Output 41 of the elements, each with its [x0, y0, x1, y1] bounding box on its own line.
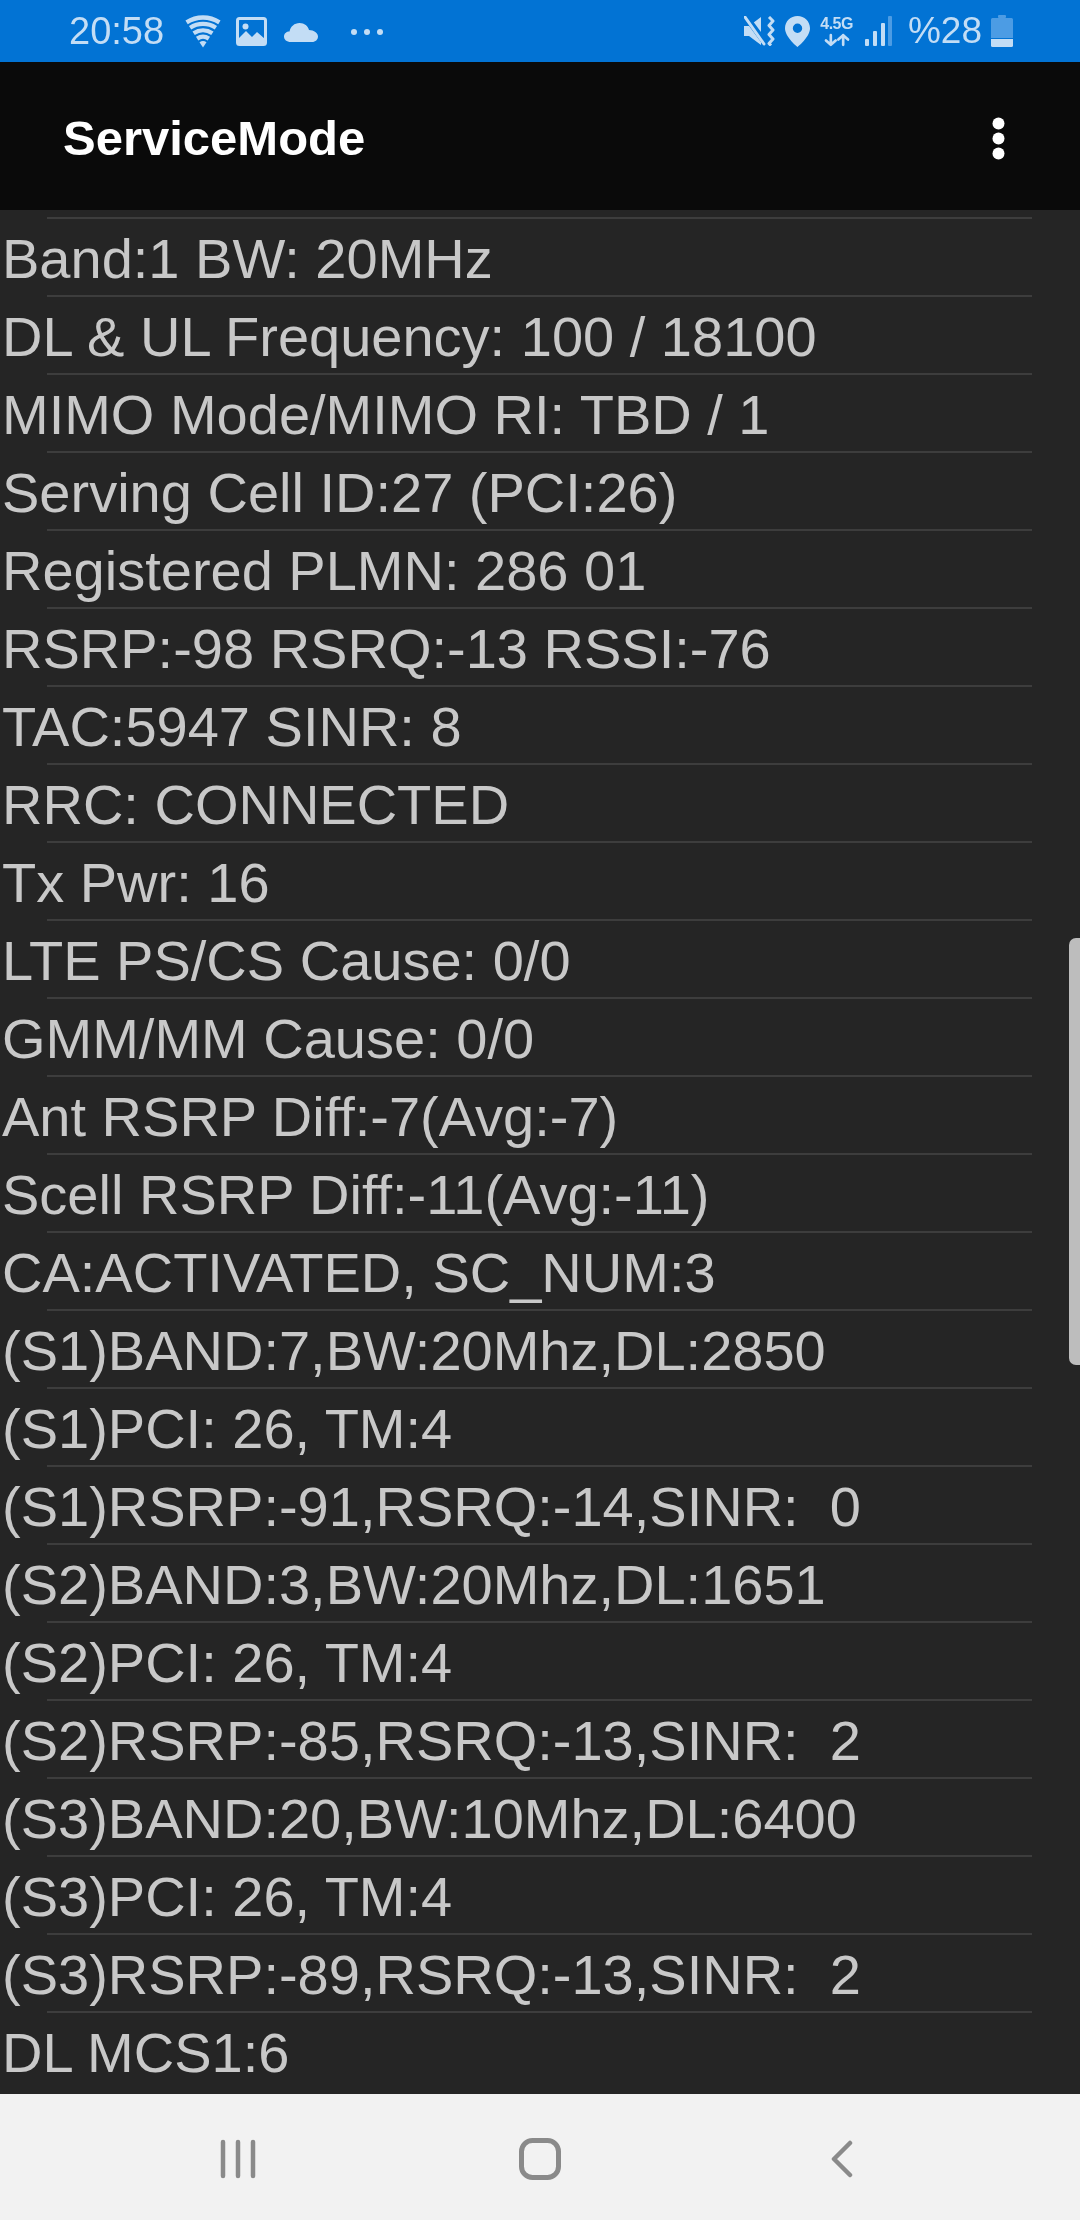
info-line: RRC: CONNECTED — [1, 772, 510, 838]
info-line: MIMO Mode/MIMO RI: TBD / 1 — [1, 382, 770, 448]
info-line: (S1)RSRP:-91,RSRQ:-14,SINR: 0 — [1, 1474, 861, 1540]
info-line: Ant RSRP Diff:-7(Avg:-7) — [1, 1084, 619, 1150]
image-icon — [236, 16, 268, 46]
info-line: (S2)BAND:3,BW:20Mhz,DL:1651 — [1, 1552, 826, 1618]
info-line: LTE PS/CS Cause: 0/0 — [1, 928, 571, 994]
info-line: DL MCS1:6 — [1, 2020, 290, 2086]
location-pin-icon — [785, 15, 811, 47]
info-line: (S3)BAND:20,BW:10Mhz,DL:6400 — [1, 1786, 857, 1852]
info-line: GMM/MM Cause: 0/0 — [1, 1006, 535, 1072]
info-line: (S2)PCI: 26, TM:4 — [1, 1630, 453, 1696]
info-line: Tx Pwr: 16 — [1, 850, 270, 916]
info-line: DL & UL Frequency: 100 / 18100 — [1, 304, 817, 370]
more-notifications-icon — [351, 29, 384, 35]
cloud-icon — [284, 23, 319, 42]
scrollbar-thumb[interactable] — [1069, 938, 1080, 1365]
info-line: Serving Cell ID:27 (PCI:26) — [1, 460, 678, 526]
more-options-icon[interactable] — [992, 116, 1005, 160]
recents-icon[interactable] — [220, 2139, 256, 2179]
battery-icon — [991, 15, 1013, 47]
info-line: (S1)BAND:7,BW:20Mhz,DL:2850 — [1, 1318, 826, 1384]
info-line: Band:1 BW: 20MHz — [1, 226, 493, 292]
info-line: (S3)PCI: 26, TM:4 — [1, 1864, 453, 1930]
back-icon[interactable] — [831, 2140, 853, 2178]
info-line: (S2)RSRP:-85,RSRQ:-13,SINR: 2 — [1, 1708, 861, 1774]
app-title: ServiceMode — [63, 110, 366, 166]
mute-vibrate-icon — [744, 16, 777, 46]
info-line: (S1)PCI: 26, TM:4 — [1, 1396, 453, 1462]
info-line: TAC:5947 SINR: 8 — [1, 694, 462, 760]
info-line: RSRP:-98 RSRQ:-13 RSSI:-76 — [1, 616, 771, 682]
signal-bars-icon — [864, 16, 892, 46]
home-icon[interactable] — [519, 2138, 561, 2180]
network-type-label: 4.5G — [820, 15, 853, 31]
info-line: Scell RSRP Diff:-11(Avg:-11) — [1, 1162, 710, 1228]
battery-percent: %28 — [907, 11, 982, 51]
status-time: 20:58 — [69, 11, 165, 51]
info-line: (S3)RSRP:-89,RSRQ:-13,SINR: 2 — [1, 1942, 861, 2008]
wifi-icon — [185, 14, 222, 48]
info-line: Registered PLMN: 286 01 — [1, 538, 647, 604]
info-line: CA:ACTIVATED, SC_NUM:3 — [1, 1240, 716, 1306]
